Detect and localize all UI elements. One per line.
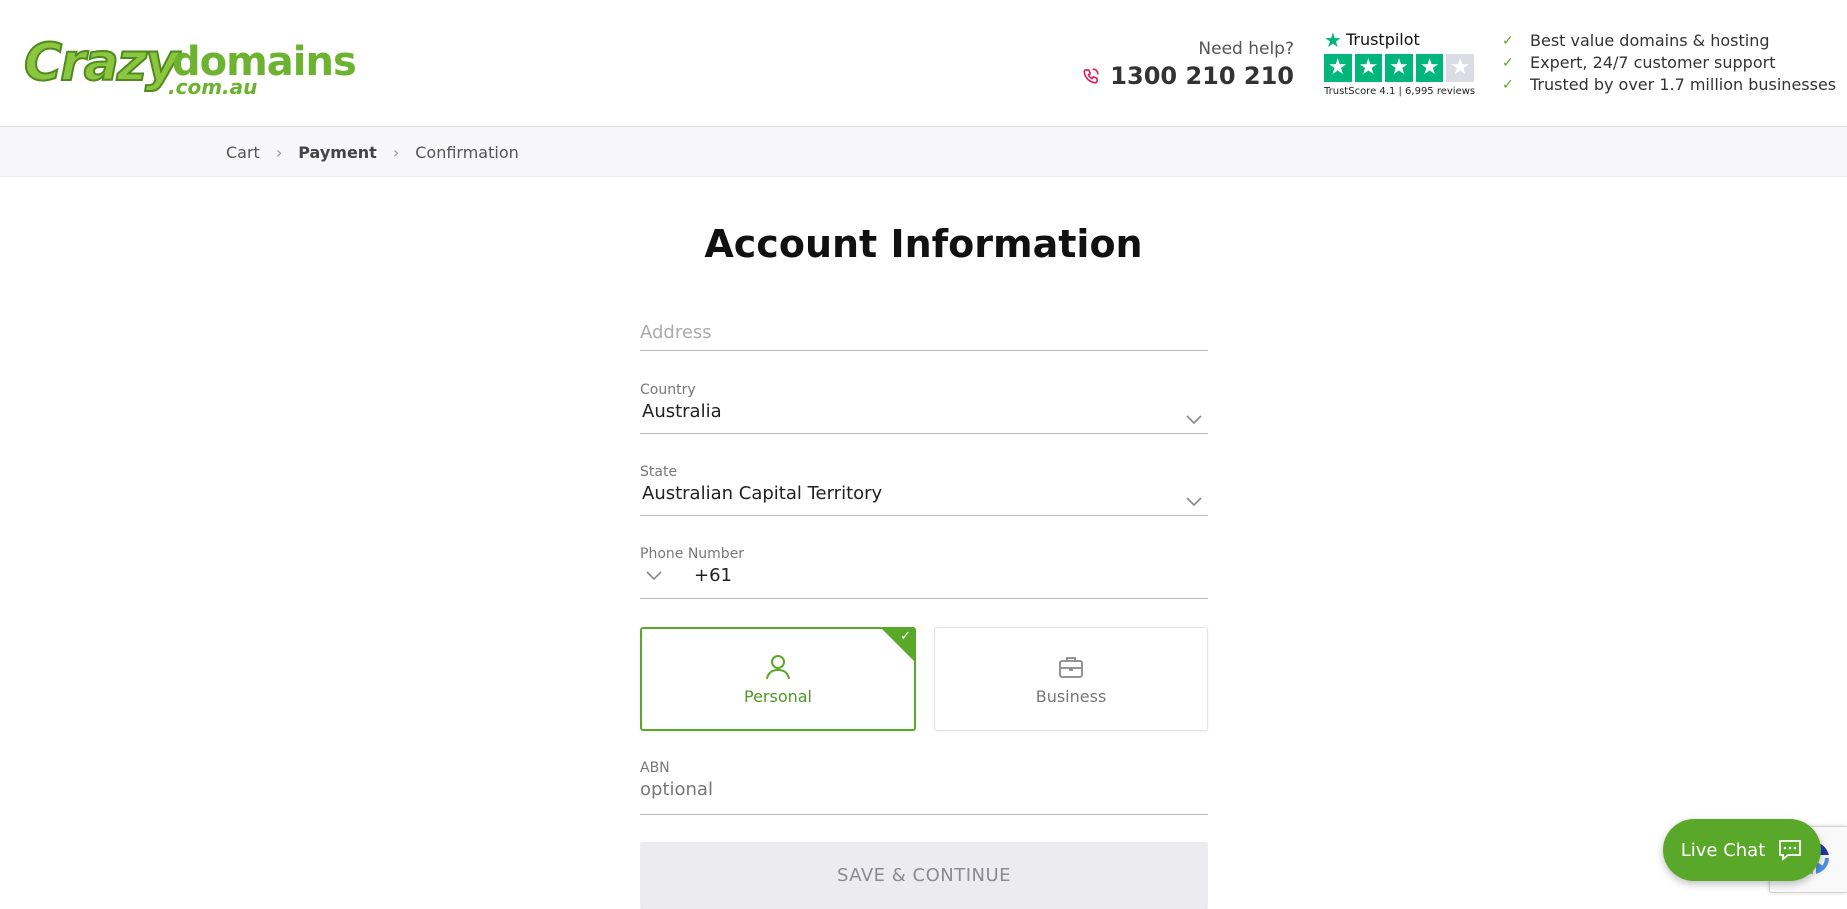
phone-number-input[interactable]: +61 (692, 563, 732, 589)
chevron-right-icon: › (275, 142, 283, 162)
trustpilot-star-icon: ★ (1446, 54, 1474, 82)
country-code-chevron-down-icon[interactable] (646, 571, 662, 581)
breadcrumb-payment: Payment (298, 142, 377, 162)
abn-placeholder: optional (640, 779, 713, 800)
breadcrumb: Cart › Payment › Confirmation (226, 127, 519, 177)
check-icon: ✓ (900, 629, 911, 644)
benefit-text: Trusted by over 1.7 million businesses (1530, 75, 1837, 94)
state-label: State (640, 464, 678, 480)
trustpilot-brand-label: Trustpilot (1345, 30, 1420, 49)
state-select[interactable]: State Australian Capital Territory (640, 463, 1208, 516)
page-title: Account Information (704, 222, 1143, 266)
country-select[interactable]: Country Australia (640, 381, 1208, 434)
trustpilot-rating-stars: ★ ★ ★ ★ ★ (1324, 54, 1474, 82)
benefit-item: ✓ Expert, 24/7 customer support (1502, 52, 1836, 74)
trustpilot-widget[interactable]: ★ Trustpilot ★ ★ ★ ★ ★ TrustScore 4.1 | 6,99… (1324, 30, 1476, 97)
breadcrumb-confirmation[interactable]: Confirmation (415, 143, 519, 162)
live-chat-label: Live Chat (1680, 839, 1766, 861)
phone-number-label: Phone Number (640, 546, 745, 562)
briefcase-icon (1059, 656, 1083, 678)
abn-label: ABN (640, 760, 670, 776)
trustpilot-star-icon: ★ (1415, 54, 1444, 82)
phone-row[interactable]: 1300 210 210 (1082, 62, 1294, 90)
benefit-text: Expert, 24/7 customer support (1530, 53, 1776, 72)
abn-field[interactable]: ABN optional (640, 759, 1208, 815)
check-icon: ✓ (1502, 77, 1514, 93)
account-type-personal-label: Personal (743, 686, 812, 706)
trustpilot-brand: ★ Trustpilot (1324, 30, 1474, 50)
address-field[interactable]: Address (640, 320, 1208, 351)
phone-icon (1083, 68, 1099, 84)
logo-tld-text: .com.au (168, 75, 258, 99)
address-placeholder: Address (640, 322, 712, 343)
need-help-label: Need help? (1198, 39, 1294, 59)
account-type-business-label: Business (1035, 686, 1107, 706)
save-continue-button[interactable]: SAVE & CONTINUE (640, 842, 1208, 909)
trustpilot-star-icon: ★ (1385, 54, 1413, 82)
account-type-business[interactable]: Business (934, 627, 1208, 731)
account-type-personal[interactable]: ✓ Personal (640, 627, 916, 731)
country-label: Country (640, 382, 696, 398)
chevron-down-icon (1186, 497, 1202, 507)
user-icon (766, 654, 790, 679)
chevron-right-icon: › (392, 142, 400, 162)
benefit-item: ✓ Trusted by over 1.7 million businesses (1502, 74, 1836, 96)
benefits-list: ✓ Best value domains & hosting ✓ Expert, 24… (1502, 30, 1836, 96)
live-chat-button[interactable]: Live Chat (1663, 819, 1821, 881)
phone-number[interactable]: 1300 210 210 (1110, 62, 1294, 90)
help-contact: Need help? 1300 210 210 (1082, 38, 1294, 90)
state-value: Australian Capital Territory (642, 483, 883, 504)
trustpilot-star-icon: ★ (1324, 54, 1352, 82)
country-value: Australia (642, 401, 722, 422)
crazy-domains-logo[interactable]: Crazy domains .com.au (23, 33, 357, 98)
logo-crazy-text: Crazy (23, 33, 180, 93)
breadcrumb-cart[interactable]: Cart (226, 143, 260, 162)
trustpilot-star-icon: ★ (1324, 28, 1342, 52)
check-icon: ✓ (1502, 55, 1514, 71)
trustpilot-star-icon: ★ (1354, 54, 1383, 82)
chevron-down-icon (1186, 415, 1202, 425)
checkout-steps-bar: Cart › Payment › Confirmation (0, 127, 1847, 177)
site-header: Crazy domains .com.au Need help? 1300 21… (0, 0, 1847, 127)
check-icon: ✓ (1502, 33, 1514, 49)
chat-bubble-icon (1779, 840, 1802, 861)
account-type-selector: ✓ Personal Business (640, 627, 1208, 731)
phone-number-field: Phone Number +61 (640, 545, 1208, 599)
trustpilot-score: TrustScore 4.1 | 6,995 reviews (1324, 86, 1476, 97)
benefit-item: ✓ Best value domains & hosting (1502, 30, 1836, 52)
benefit-text: Best value domains & hosting (1530, 31, 1770, 50)
